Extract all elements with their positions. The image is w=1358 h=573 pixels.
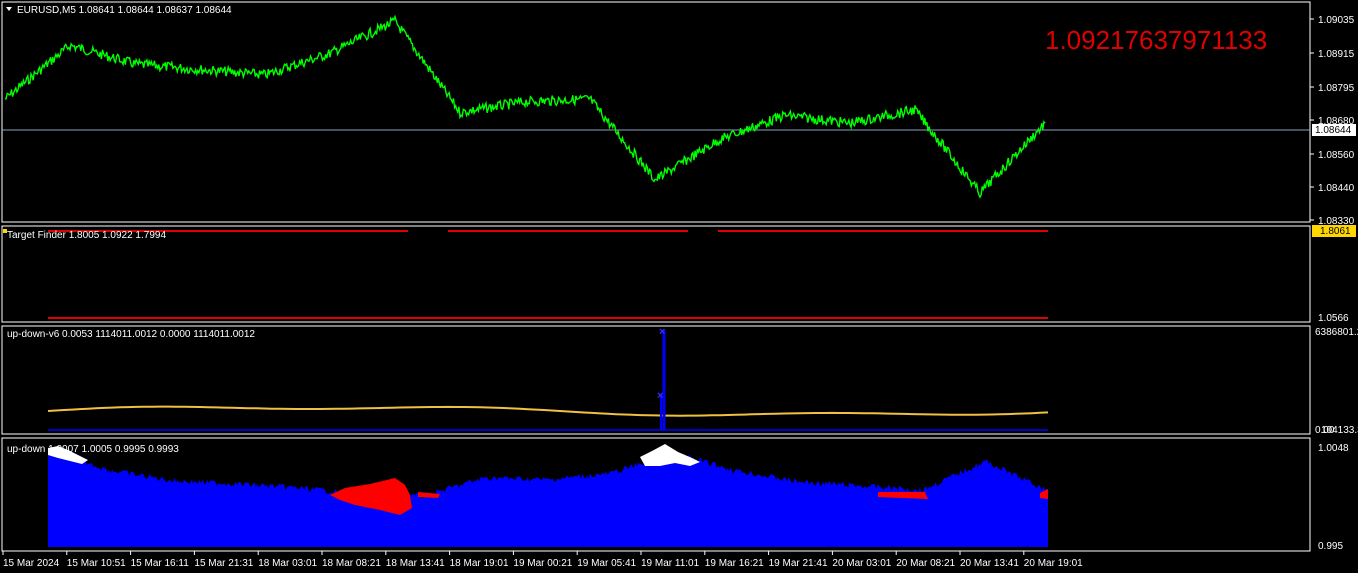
time-tick-label: 19 Mar 21:41 (769, 558, 828, 569)
target-low-tick: 1.0566 (1318, 313, 1349, 324)
time-tick-label: 18 Mar 03:01 (258, 558, 317, 569)
price-tick-label: 1.08795 (1318, 83, 1355, 94)
big-value-label: 1.09217637971133 (1045, 25, 1267, 55)
target-tag: 1.8061 (1320, 226, 1351, 237)
updown-area-top-tick: 1.0048 (1318, 443, 1349, 454)
time-tick-label: 19 Mar 00:21 (513, 558, 572, 569)
time-tick-label: 18 Mar 08:21 (322, 558, 381, 569)
time-tick-label: 19 Mar 11:01 (641, 558, 700, 569)
price-tick-label: 1.08915 (1318, 49, 1355, 60)
updown-v6-header: up-down-v6 0.0053 1114011.0012 0.0000 11… (7, 329, 255, 340)
time-tick-label: 15 Mar 10:51 (67, 558, 126, 569)
time-tick-label: 15 Mar 2024 (3, 558, 60, 569)
time-tick-label: 20 Mar 08:21 (896, 558, 955, 569)
time-tick-label: 20 Mar 03:01 (832, 558, 891, 569)
target-finder-header: Target Finder 1.8005 1.0922 1.7994 (7, 230, 166, 241)
current-price-tag: 1.08644 (1315, 125, 1352, 136)
updown-v6-bottom-tick-overlap: 104133.3 (1321, 425, 1358, 436)
chart-window: 1.090351.089151.087951.086801.085601.084… (0, 0, 1358, 573)
updown-area-bottom-tick: 0.995 (1318, 541, 1343, 552)
time-tick-label: 15 Mar 21:31 (194, 558, 253, 569)
price-tick-label: 1.09035 (1318, 15, 1355, 26)
spike-cross-icon-2: × (657, 390, 663, 402)
updown-v6-top-tick: 6386801.2 (1315, 327, 1358, 338)
price-tick-label: 1.08560 (1318, 150, 1355, 161)
time-tick-label: 20 Mar 19:01 (1024, 558, 1083, 569)
price-tick-label: 1.08440 (1318, 183, 1355, 194)
time-tick-label: 19 Mar 05:41 (577, 558, 636, 569)
main-header: EURUSD,M5 1.08641 1.08644 1.08637 1.0864… (17, 5, 232, 16)
time-tick-label: 20 Mar 13:41 (960, 558, 1019, 569)
time-tick-label: 19 Mar 16:21 (705, 558, 764, 569)
time-tick-label: 15 Mar 16:11 (131, 558, 190, 569)
time-tick-label: 18 Mar 19:01 (450, 558, 509, 569)
spike-cross-icon: × (659, 326, 665, 338)
updown-area-header: up-down 1.0007 1.0005 0.9995 0.9993 (7, 444, 179, 455)
time-tick-label: 18 Mar 13:41 (386, 558, 445, 569)
